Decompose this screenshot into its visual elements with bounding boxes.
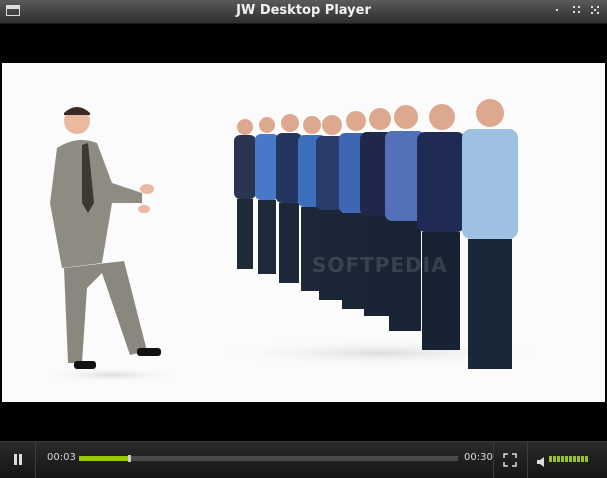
seek-handle[interactable] [128,455,132,462]
volume-level-bar [557,456,560,462]
volume-level-bar [581,456,584,462]
fullscreen-button[interactable] [503,452,517,467]
volume-level-bar [565,456,568,462]
window-title: JW Desktop Player [236,3,371,18]
volume-level-bar [553,456,556,462]
video-watermark: SOFTPEDIA [312,253,448,277]
total-duration: 00:30 [464,452,493,463]
pause-button[interactable] [11,452,25,468]
volume-slider[interactable] [549,456,588,462]
separator [35,442,36,478]
video-scene-image [42,99,552,383]
fullscreen-icon [503,453,517,467]
volume-level-bar [569,456,572,462]
elapsed-time: 00:03 [47,452,76,463]
volume-level-bar [577,456,580,462]
maximize-icon[interactable] [571,4,583,21]
title-bar[interactable]: JW Desktop Player [0,0,607,24]
control-bar: 00:03 00:30 [0,441,607,478]
seek-progress [79,456,129,461]
minimize-icon[interactable] [553,4,565,21]
volume-level-bar [561,456,564,462]
separator [527,442,528,478]
separator [493,442,494,478]
close-icon[interactable] [589,4,601,21]
window-buttons [553,4,601,21]
video-display[interactable]: SOFTPEDIA [2,24,605,440]
video-frame[interactable]: SOFTPEDIA [2,63,605,402]
seek-bar[interactable] [79,455,458,462]
volume-level-bar [573,456,576,462]
volume-icon[interactable] [537,453,547,467]
volume-level-bar [549,456,552,462]
player-window: JW Desktop Player SOFTPEDIA 00:03 00:30 [0,0,607,478]
volume-level-bar [585,456,588,462]
